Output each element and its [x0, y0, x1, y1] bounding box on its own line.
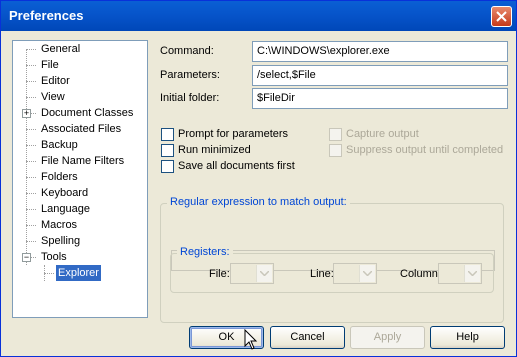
- line-register-select[interactable]: [333, 263, 377, 284]
- tree-item-label: Document Classes: [41, 107, 134, 119]
- tree-item-label: Language: [41, 203, 90, 215]
- tree-item-label: Macros: [41, 219, 78, 231]
- column-register-label: Column:: [400, 268, 441, 280]
- tree-item-label: General: [41, 43, 81, 55]
- checkbox-label: Save all documents first: [178, 160, 295, 172]
- dialog-body: General File Editor View + Document Clas…: [4, 31, 513, 353]
- checkbox-box: [329, 128, 342, 141]
- tree-item-label: Folders: [41, 171, 78, 183]
- chevron-down-icon: [260, 271, 269, 276]
- tree-branch: [44, 273, 54, 274]
- tree-item-label: Explorer: [56, 265, 101, 281]
- window-title: Preferences: [9, 8, 84, 23]
- tree-branch: [26, 209, 36, 210]
- checkbox-box: [161, 128, 174, 141]
- mouse-cursor-icon: [244, 329, 258, 350]
- checkbox-box: [161, 160, 174, 173]
- tree-branch: [26, 177, 36, 178]
- registers-group-title: Registers:: [177, 246, 233, 258]
- checkbox-label: Run minimized: [178, 144, 251, 156]
- tree-item-label: Editor: [41, 75, 70, 87]
- close-button[interactable]: [491, 6, 512, 27]
- tree-branch: [26, 193, 36, 194]
- command-label: Command:: [160, 45, 214, 57]
- file-register-select[interactable]: [230, 263, 274, 284]
- preferences-tree[interactable]: General File Editor View + Document Clas…: [12, 40, 148, 318]
- tree-item-label: View: [41, 91, 65, 103]
- tree-branch: [26, 161, 36, 162]
- preferences-dialog: Preferences General File Editor View + D…: [0, 0, 517, 357]
- tree-item-label: Keyboard: [41, 187, 89, 199]
- tree-item-label: Associated Files: [41, 123, 122, 135]
- apply-button[interactable]: Apply: [350, 326, 425, 349]
- tree-branch: [26, 49, 36, 50]
- checkbox-label: Prompt for parameters: [178, 128, 289, 140]
- command-field[interactable]: C:\WINDOWS\explorer.exe: [252, 41, 508, 62]
- dropdown-arrow: [256, 265, 272, 282]
- checkbox-box: [329, 144, 342, 157]
- tree-branch: [26, 225, 36, 226]
- close-icon: [496, 11, 507, 22]
- tree-branch: [26, 241, 36, 242]
- tree-branch: [26, 81, 36, 82]
- title-bar: Preferences: [1, 1, 516, 31]
- dropdown-arrow: [359, 265, 375, 282]
- tree-branch: [26, 129, 36, 130]
- column-register-select[interactable]: [438, 263, 482, 284]
- line-register-label: Line:: [310, 268, 334, 280]
- initial-folder-field[interactable]: $FileDir: [252, 88, 508, 109]
- parameters-label: Parameters:: [160, 69, 220, 81]
- regex-group-title: Regular expression to match output:: [167, 196, 350, 208]
- file-register-label: File:: [209, 268, 230, 280]
- checkbox-label: Capture output: [346, 128, 419, 140]
- parameters-field[interactable]: /select,$File: [252, 65, 508, 86]
- checkbox-label: Suppress output until completed: [346, 144, 504, 156]
- tree-item-label: File: [41, 59, 59, 71]
- cancel-button[interactable]: Cancel: [270, 326, 345, 349]
- tree-item-label: File Name Filters: [41, 155, 125, 167]
- checkbox-box: [161, 144, 174, 157]
- tree-branch: [26, 65, 36, 66]
- initial-folder-label: Initial folder:: [160, 92, 220, 104]
- tree-branch: [26, 97, 36, 98]
- expand-plus-icon[interactable]: +: [22, 109, 31, 118]
- dropdown-arrow: [464, 265, 480, 282]
- tree-branch: [26, 145, 36, 146]
- chevron-down-icon: [468, 271, 477, 276]
- help-button[interactable]: Help: [430, 326, 505, 349]
- tree-item-label: Backup: [41, 139, 78, 151]
- tree-item-label: Tools: [41, 251, 67, 263]
- tree-item-label: Spelling: [41, 235, 81, 247]
- chevron-down-icon: [363, 271, 372, 276]
- collapse-minus-icon[interactable]: −: [22, 253, 31, 262]
